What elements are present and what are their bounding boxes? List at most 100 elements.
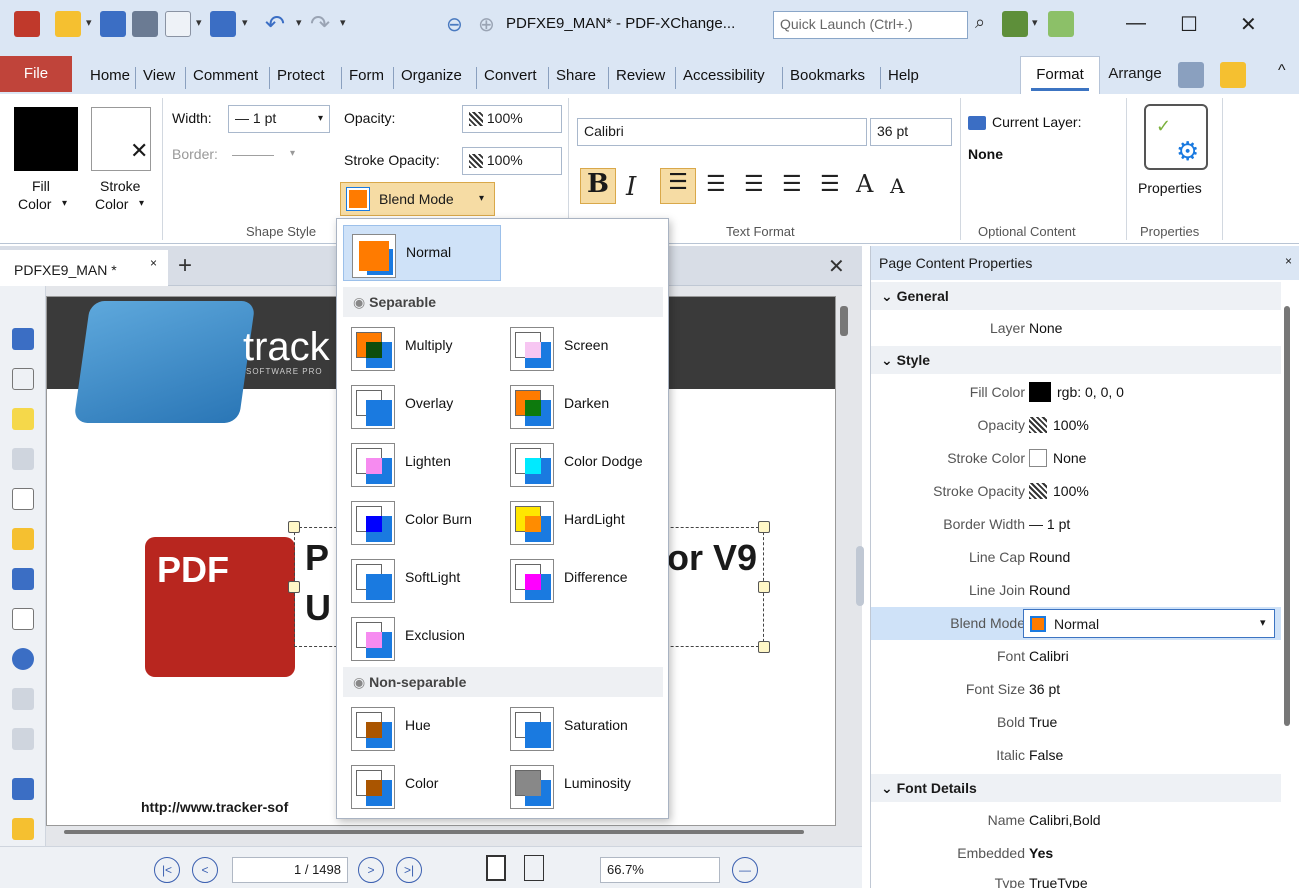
tab-form[interactable]: Form — [349, 67, 384, 84]
align-center-button[interactable]: ☰ — [706, 172, 726, 197]
new-tab-icon[interactable]: + — [178, 252, 192, 280]
section-general[interactable]: ⌄ General — [871, 282, 1281, 310]
prop-row-layer[interactable]: Layer None — [871, 312, 1281, 345]
fill-color-label[interactable]: Fill — [32, 178, 50, 194]
chevron-down-icon[interactable]: ▾ — [86, 16, 92, 29]
prop-row-fill-color[interactable]: Fill Color rgb: 0, 0, 0 — [871, 376, 1281, 409]
section-font-details[interactable]: ⌄ Font Details — [871, 774, 1281, 802]
close-tab-icon[interactable]: × — [150, 256, 157, 270]
width-dropdown[interactable]: — 1 pt ▾ — [228, 105, 330, 133]
layers-page-icon[interactable] — [12, 488, 34, 510]
blend-lighten-item[interactable]: Lighten — [343, 435, 501, 491]
content-icon[interactable] — [12, 608, 34, 630]
thumbnails-icon[interactable] — [12, 368, 34, 390]
email-icon[interactable] — [165, 11, 191, 37]
destinations-icon[interactable] — [12, 648, 34, 670]
scan-icon[interactable] — [210, 11, 236, 37]
minimize-icon[interactable]: — — [1126, 12, 1146, 35]
last-page-icon[interactable]: >| — [396, 857, 422, 883]
open-folder-icon[interactable] — [55, 11, 81, 37]
find-icon[interactable] — [1178, 62, 1204, 88]
tab-review[interactable]: Review — [616, 67, 665, 84]
border-value[interactable]: ——— — [232, 146, 274, 162]
url-text[interactable]: http://www.tracker-sof — [141, 799, 288, 815]
blend-hue-item[interactable]: Hue — [343, 699, 501, 755]
panel-scrollbar-thumb[interactable] — [1284, 306, 1290, 726]
collapse-ribbon-icon[interactable]: ^ — [1278, 62, 1286, 80]
section-style[interactable]: ⌄ Style — [871, 346, 1281, 374]
font-size-dropdown[interactable]: 36 pt — [870, 118, 952, 146]
tags-icon[interactable] — [12, 778, 34, 800]
opacity-dropdown[interactable]: 100% — [462, 105, 562, 133]
forward-icon[interactable]: ⊕ — [478, 12, 495, 37]
tab-help[interactable]: Help — [888, 67, 919, 84]
tab-home[interactable]: Home — [90, 67, 130, 84]
prop-row-blend-mode[interactable]: Blend Mode Normal ▾ — [871, 607, 1281, 640]
chevron-down-icon[interactable]: ▾ — [62, 198, 67, 209]
blend-color-burn-item[interactable]: Color Burn — [343, 493, 501, 549]
blend-multiply-item[interactable]: Multiply — [343, 319, 501, 375]
chevron-down-icon[interactable]: ▾ — [296, 16, 302, 29]
save-icon[interactable] — [100, 11, 126, 37]
maximize-icon[interactable]: ☐ — [1180, 12, 1198, 37]
increase-font-icon[interactable]: A — [856, 170, 873, 198]
chevron-down-icon[interactable]: ▾ — [340, 16, 346, 29]
blend-softlight-item[interactable]: SoftLight — [343, 551, 501, 607]
tab-bookmarks[interactable]: Bookmarks — [790, 67, 865, 84]
fullscreen-icon[interactable] — [1048, 11, 1074, 37]
continuous-page-icon[interactable] — [524, 855, 544, 881]
prop-row-type[interactable]: Type TrueType — [871, 867, 1281, 888]
blend-color-item[interactable]: Color — [343, 757, 501, 813]
blend-color-dodge-item[interactable]: Color Dodge — [502, 435, 660, 491]
tab-comment[interactable]: Comment — [193, 67, 258, 84]
blend-exclusion-item[interactable]: Exclusion — [343, 609, 501, 665]
prop-row-font[interactable]: Font Calibri — [871, 640, 1281, 673]
signatures-icon[interactable] — [12, 528, 34, 550]
tab-organize[interactable]: Organize — [401, 67, 462, 84]
prop-row-stroke-color[interactable]: Stroke Color None — [871, 442, 1281, 475]
panel-toggle[interactable] — [856, 546, 864, 606]
resize-handle[interactable] — [288, 521, 300, 533]
horizontal-scrollbar-thumb[interactable] — [64, 830, 804, 834]
blend-screen-item[interactable]: Screen — [502, 319, 660, 375]
tab-share[interactable]: Share — [556, 67, 596, 84]
tab-convert[interactable]: Convert — [484, 67, 537, 84]
italic-button[interactable]: I — [626, 172, 636, 202]
close-panel-icon[interactable]: × — [1285, 254, 1292, 268]
chevron-down-icon[interactable]: ▾ — [242, 16, 248, 29]
tab-accessibility[interactable]: Accessibility — [683, 67, 765, 84]
resize-handle[interactable] — [758, 521, 770, 533]
layers-icon[interactable] — [1002, 11, 1028, 37]
bookmarks-icon[interactable] — [12, 328, 34, 350]
blend-mode-select[interactable]: Normal ▾ — [1023, 609, 1275, 638]
blend-overlay-item[interactable]: Overlay — [343, 377, 501, 433]
chevron-down-icon[interactable]: ▾ — [139, 198, 144, 209]
fill-color-swatch[interactable] — [14, 107, 78, 171]
order-icon[interactable] — [12, 818, 34, 840]
single-page-icon[interactable] — [486, 855, 506, 881]
headline-line-2-start[interactable]: U — [305, 587, 331, 629]
chevron-down-icon[interactable]: ▾ — [196, 16, 202, 29]
stroke-color-label[interactable]: Stroke — [100, 178, 140, 194]
tab-format[interactable]: Format — [1020, 56, 1100, 94]
blend-difference-item[interactable]: Difference — [502, 551, 660, 607]
attachments-icon[interactable] — [12, 448, 34, 470]
back-icon[interactable]: ⊖ — [446, 12, 463, 37]
quick-launch-input[interactable]: Quick Launch (Ctrl+.) — [773, 11, 968, 39]
next-page-icon[interactable]: > — [358, 857, 384, 883]
search-folder-icon[interactable] — [1220, 62, 1246, 88]
decrease-font-icon[interactable]: A — [890, 174, 904, 198]
zoom-out-icon[interactable]: — — [732, 857, 758, 883]
blend-darken-item[interactable]: Darken — [502, 377, 660, 433]
resize-handle[interactable] — [758, 641, 770, 653]
blend-normal-item[interactable]: Normal — [343, 225, 501, 281]
stroke-color-label-2[interactable]: Color — [95, 196, 128, 212]
page-number-input[interactable]: 1 / 1498 — [232, 857, 348, 883]
prop-row-border-width[interactable]: Border Width — 1 pt — [871, 508, 1281, 541]
document-tab[interactable]: PDFXE9_MAN * × — [0, 250, 168, 286]
prop-row-name[interactable]: Name Calibri,Bold — [871, 804, 1281, 837]
blend-saturation-item[interactable]: Saturation — [502, 699, 660, 755]
close-icon[interactable]: ✕ — [1240, 12, 1257, 37]
align-left-button[interactable]: ☰ — [660, 168, 696, 204]
links-icon[interactable] — [12, 728, 34, 750]
